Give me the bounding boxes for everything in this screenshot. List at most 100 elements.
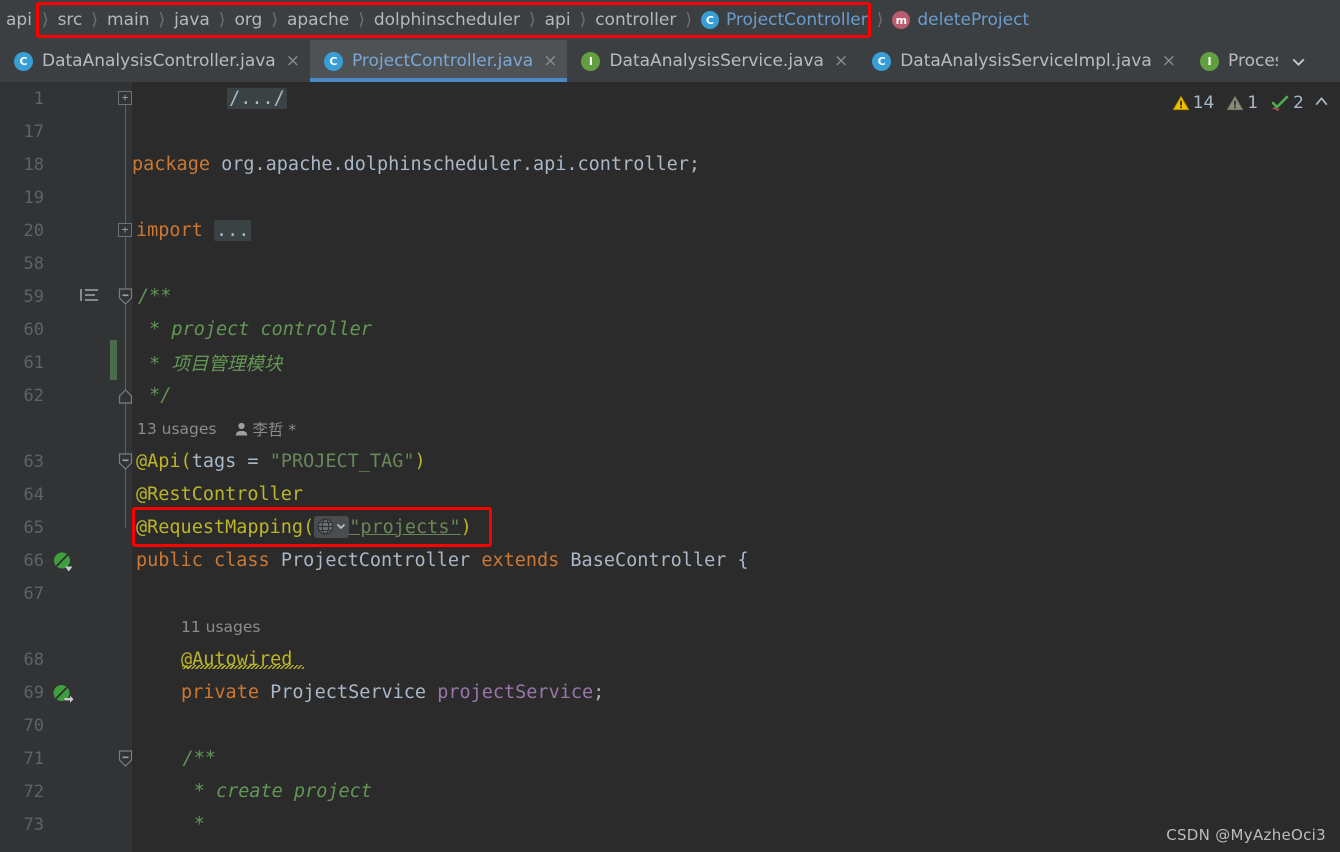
fold-collapse-arrow[interactable]: [118, 288, 133, 305]
breadcrumb-separator-icon: ⟩: [685, 10, 692, 30]
line-number: 68: [23, 649, 44, 670]
field-declaration[interactable]: private ProjectService projectService;: [181, 682, 604, 703]
javadoc-text[interactable]: *: [138, 814, 205, 835]
author-label[interactable]: 李哲 *: [253, 418, 297, 440]
editor-line-73[interactable]: 73 *: [0, 808, 1340, 841]
tab-dataanalysiscontroller[interactable]: C DataAnalysisController.java ×: [0, 40, 310, 82]
class-declaration[interactable]: public class ProjectController extends B…: [136, 550, 749, 571]
javadoc-open[interactable]: /**: [138, 286, 171, 307]
editor-line-59[interactable]: 59 /**: [0, 280, 1340, 313]
breadcrumb-item-src[interactable]: src: [50, 0, 91, 40]
editor-line-60[interactable]: 60 * project controller: [0, 313, 1340, 346]
breadcrumb-item-org[interactable]: org: [226, 0, 270, 40]
breadcrumb-label: dolphinscheduler: [373, 10, 520, 30]
code-editor[interactable]: 14 1 2 1 + /.../ 17 18 package org.apach…: [0, 82, 1340, 852]
mapping-path-string[interactable]: "projects": [349, 517, 460, 538]
editor-line-66[interactable]: 66 public class ProjectController extend…: [0, 544, 1340, 577]
usages-count-label[interactable]: 13 usages: [137, 420, 217, 438]
editor-line-19[interactable]: 19: [0, 181, 1340, 214]
close-icon[interactable]: ×: [286, 52, 300, 70]
line-number: 69: [23, 682, 44, 703]
tab-label: Process: [1228, 51, 1278, 71]
breadcrumb-item-projectcontroller[interactable]: C ProjectController: [693, 0, 876, 40]
editor-line-72[interactable]: 72 * create project: [0, 775, 1340, 808]
editor-line-20[interactable]: 20 + import ...: [0, 214, 1340, 247]
editor-line-64[interactable]: 64 @RestController: [0, 478, 1340, 511]
folded-imports[interactable]: ...: [213, 220, 252, 241]
javadoc-close[interactable]: */: [138, 385, 171, 406]
editor-line-62[interactable]: 62 */: [0, 379, 1340, 412]
class-icon: C: [700, 11, 719, 29]
breadcrumb-item-apache[interactable]: apache: [279, 0, 357, 40]
inlay-hint-class-usages[interactable]: 13 usages 李哲 *: [0, 412, 1340, 445]
annotation-api[interactable]: @Api(tags = "PROJECT_TAG"): [136, 451, 426, 472]
editor-line-67[interactable]: 67: [0, 577, 1340, 610]
import-statement[interactable]: import ...: [136, 220, 252, 241]
breadcrumb-separator-icon: ⟩: [91, 10, 99, 30]
breadcrumb-root-module[interactable]: api: [0, 0, 41, 40]
tab-label: ProjectController.java: [351, 51, 534, 71]
editor-line-18[interactable]: 18 package org.apache.dolphinscheduler.a…: [0, 148, 1340, 181]
annotation-value: "PROJECT_TAG": [269, 451, 415, 472]
editor-line-17[interactable]: 17: [0, 115, 1340, 148]
breadcrumb-separator-icon: ⟩: [876, 10, 884, 30]
editor-line-1[interactable]: 1 + /.../: [0, 82, 1340, 115]
field-name: projectService: [437, 682, 594, 703]
annotation-restcontroller[interactable]: @RestController: [136, 484, 303, 505]
globe-icon[interactable]: [314, 515, 350, 538]
spring-autowired-icon[interactable]: [52, 683, 74, 709]
close-icon[interactable]: ×: [834, 52, 848, 70]
breadcrumb-item-java[interactable]: java: [166, 0, 218, 40]
fold-collapse-arrow[interactable]: [118, 750, 133, 767]
breadcrumb-item-dolphinscheduler[interactable]: dolphinscheduler: [366, 0, 528, 40]
annotation-requestmapping[interactable]: @RequestMapping("projects"): [136, 515, 472, 539]
editor-line-61[interactable]: 61 * 项目管理模块: [0, 346, 1340, 379]
annotation-name: @Api(: [136, 451, 192, 472]
usages-count-label[interactable]: 11 usages: [181, 618, 261, 636]
breadcrumb-separator-icon: ⟩: [579, 10, 587, 30]
javadoc-text[interactable]: * project controller: [138, 319, 372, 340]
tab-process[interactable]: I Process: [1186, 40, 1278, 82]
line-number: 72: [23, 781, 44, 802]
person-icon: [235, 422, 247, 435]
annotation-param: tags: [191, 451, 237, 472]
editor-line-65[interactable]: 65 @RequestMapping("projects"): [0, 511, 1340, 544]
doc-comment-icon[interactable]: [80, 288, 100, 308]
close-icon[interactable]: ×: [543, 52, 557, 70]
breadcrumb-item-controller[interactable]: controller: [587, 0, 684, 40]
line-number: 63: [23, 451, 44, 472]
editor-line-68[interactable]: 68 @Autowired: [0, 643, 1340, 676]
inlay-hint-field-usages[interactable]: 11 usages: [0, 610, 1340, 643]
breadcrumb-item-api[interactable]: api: [537, 0, 579, 40]
chevron-down-icon[interactable]: [1278, 40, 1318, 82]
breadcrumb-label: src: [57, 10, 83, 30]
package-statement[interactable]: package org.apache.dolphinscheduler.api.…: [132, 154, 700, 175]
breadcrumb-label: main: [107, 10, 150, 30]
fold-expand-box[interactable]: +: [118, 223, 132, 237]
tab-label: DataAnalysisServiceImpl.java: [900, 51, 1152, 71]
line-number: 60: [23, 319, 44, 340]
editor-line-58[interactable]: 58: [0, 247, 1340, 280]
javadoc-text[interactable]: * create project: [138, 781, 372, 802]
fold-expand-box[interactable]: +: [118, 91, 132, 105]
editor-line-70[interactable]: 70: [0, 709, 1340, 742]
javadoc-text-chinese[interactable]: * 项目管理模块: [138, 350, 282, 376]
fold-collapse-arrow[interactable]: [118, 453, 133, 470]
breadcrumb[interactable]: api ⟩ src ⟩ main ⟩ java ⟩ org ⟩ apache ⟩…: [0, 0, 1340, 40]
editor-line-69[interactable]: 69 private ProjectService projectService…: [0, 676, 1340, 709]
line-number: 67: [23, 583, 44, 604]
tab-projectcontroller[interactable]: C ProjectController.java ×: [309, 40, 568, 82]
breadcrumb-item-deleteproject[interactable]: m deleteProject: [884, 0, 1037, 40]
javadoc-open[interactable]: /**: [138, 748, 216, 769]
editor-line-71[interactable]: 71 /**: [0, 742, 1340, 775]
breadcrumb-item-main[interactable]: main: [99, 0, 157, 40]
breadcrumb-label: ProjectController: [725, 10, 868, 30]
editor-line-63[interactable]: 63 @Api(tags = "PROJECT_TAG"): [0, 445, 1340, 478]
tab-dataanalysisserviceimpl[interactable]: C DataAnalysisServiceImpl.java ×: [858, 40, 1186, 82]
tab-dataanalysisservice[interactable]: I DataAnalysisService.java ×: [567, 40, 858, 82]
editor-tab-bar[interactable]: C DataAnalysisController.java × C Projec…: [0, 40, 1340, 82]
close-icon[interactable]: ×: [1162, 52, 1176, 70]
breadcrumb-separator-icon: ⟩: [158, 10, 166, 30]
spring-bean-icon[interactable]: [52, 551, 74, 577]
fold-collapse-arrow-end[interactable]: [118, 389, 133, 406]
